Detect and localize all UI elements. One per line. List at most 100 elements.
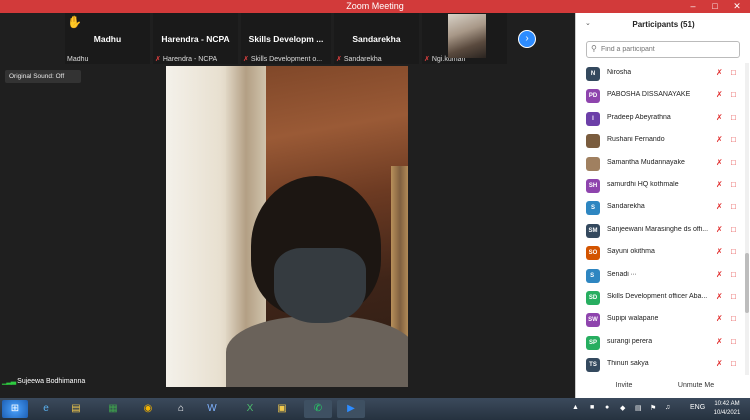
participant-row[interactable]: SM Sanjeewani Marasinghe ds offi... ✗ □ (576, 220, 744, 242)
video-off-icon: □ (731, 202, 736, 212)
participant-name: Senadi ∙∙∙ (607, 270, 637, 278)
next-page-button[interactable]: › (518, 30, 536, 48)
participant-row[interactable]: SW Supipi walapane ✗ □ (576, 309, 744, 331)
signal-bars-icon: ▁▂▃ (2, 378, 16, 385)
flag-icon[interactable]: ⚑ (650, 404, 656, 412)
participant-name: Supipi walapane (607, 315, 659, 323)
file-explorer-icon[interactable]: ▤ (62, 400, 90, 418)
muted-mic-icon: ✗ (716, 269, 723, 279)
tile-label: Skills Development o... (250, 56, 323, 63)
avatar: TS (586, 358, 600, 373)
close-button[interactable]: ✕ (726, 0, 748, 13)
language-indicator[interactable]: ENG (690, 404, 705, 411)
video-off-icon: □ (731, 90, 736, 100)
whatsapp-icon[interactable]: ✆ (304, 400, 332, 418)
avatar: SM (586, 223, 600, 238)
participant-row[interactable]: I Pradeep Abeyrathna ✗ □ (576, 108, 744, 130)
participant-row[interactable]: SD Skills Development officer Aba... ✗ □ (576, 287, 744, 309)
video-off-icon: □ (731, 68, 736, 77)
participants-title: Participants (51) (632, 20, 695, 29)
minimize-button[interactable]: – (682, 0, 704, 13)
windows-taskbar: ⊞ e ▤ ▦ ◉ ⌂ W X ▣ ✆ ▶ ▲ ■ ● ◆ ▤ ⚑ ♫ ENG … (0, 398, 750, 420)
participant-search[interactable]: ⚲ (586, 41, 740, 58)
network-icon[interactable]: ▤ (635, 404, 642, 412)
participant-row[interactable]: Samantha Mudannayake ✗ □ (576, 153, 744, 175)
system-clock[interactable]: 10:42 AM 10/4/2021 (708, 400, 746, 418)
window-title: Zoom Meeting (346, 1, 404, 11)
folder-icon[interactable]: ▣ (268, 400, 296, 418)
search-input[interactable] (601, 43, 737, 56)
tile-name: Skills Developm ... (248, 34, 324, 44)
muted-mic-icon: ✗ (716, 179, 723, 189)
chrome-icon[interactable]: ◉ (134, 400, 162, 418)
participant-name: Skills Development officer Aba... (607, 292, 708, 300)
participant-list-scrollbar[interactable] (745, 63, 749, 375)
panel-header: ⌄ Participants (51) (576, 13, 750, 37)
original-sound-toggle[interactable]: Original Sound: Off (5, 70, 81, 83)
zoom-icon[interactable]: ▶ (337, 400, 365, 418)
tray-overflow-icon[interactable]: ▲ (572, 404, 579, 411)
participant-row[interactable]: SO Sayuni okithma ✗ □ (576, 242, 744, 264)
participant-row[interactable]: SP surangi perera ✗ □ (576, 332, 744, 354)
participant-row[interactable]: Rushani Fernando ✗ □ (576, 130, 744, 152)
gallery-tile[interactable]: Sandarekha ✗ Sandarekha (334, 13, 419, 64)
spreadsheet-icon[interactable]: ▦ (99, 400, 127, 418)
muted-mic-icon: ✗ (716, 135, 723, 145)
video-off-icon: □ (731, 314, 736, 324)
muted-mic-icon: ✗ (716, 202, 723, 212)
unmute-me-button[interactable]: Unmute Me (671, 379, 721, 393)
avatar: SW (586, 313, 600, 328)
tray-app-icon[interactable]: ■ (590, 404, 594, 411)
participant-name: Sanjeewani Marasinghe ds offi... (607, 225, 709, 233)
video-off-icon: □ (731, 112, 736, 122)
avatar: SH (586, 178, 600, 193)
participant-row[interactable]: N Nirosha ✗ □ (576, 63, 744, 85)
participant-name: Samantha Mudannayake (607, 158, 685, 166)
self-video-label: ▁▂▃ Sujeewa Bodhimanna (2, 377, 85, 385)
tile-label: Sandarekha (343, 56, 382, 63)
participant-row[interactable]: S Sandarekha ✗ □ (576, 197, 744, 219)
muted-mic-icon: ✗ (716, 336, 723, 346)
gallery-tile[interactable]: Skills Developm ... ✗ Skills Development … (241, 13, 331, 64)
video-off-icon: □ (731, 224, 736, 234)
muted-mic-icon: ✗ (243, 56, 249, 63)
participants-panel: ⌄ Participants (51) ⚲ N Nirosha ✗ □ PD PABOS… (575, 13, 750, 398)
muted-mic-icon: ✗ (716, 157, 723, 167)
word-icon[interactable]: W (198, 400, 226, 418)
muted-mic-icon: ✗ (424, 56, 430, 63)
self-name: Sujeewa Bodhimanna (17, 378, 86, 385)
start-icon[interactable]: ⊞ (2, 400, 28, 418)
excel-icon[interactable]: X (236, 400, 264, 418)
tray-app-icon[interactable]: ● (605, 404, 609, 411)
gallery-tile[interactable]: Harendra - NCPA ✗ Harendra - NCPA (153, 13, 238, 64)
muted-mic-icon: ✗ (716, 224, 723, 234)
video-off-icon: □ (731, 179, 736, 189)
muted-mic-icon: ✗ (716, 90, 723, 100)
maximize-button[interactable]: □ (704, 0, 726, 13)
volume-icon[interactable]: ♫ (665, 404, 670, 411)
tile-label: Harendra - NCPA (162, 56, 218, 63)
muted-mic-icon: ✗ (716, 247, 723, 257)
video-off-icon: □ (731, 247, 736, 257)
participant-name: Sayuni okithma (607, 248, 655, 256)
participant-name: PABOSHA DISSANAYAKE (607, 91, 691, 99)
home-icon[interactable]: ⌂ (167, 400, 195, 418)
participant-row[interactable]: S Senadi ∙∙∙ ✗ □ (576, 265, 744, 287)
participant-name: Pradeep Abeyrathna (607, 113, 671, 121)
participant-name: samurdhi HQ kothmale (607, 180, 679, 188)
participant-row[interactable]: PD PABOSHA DISSANAYAKE ✗ □ (576, 85, 744, 107)
avatar: S (586, 201, 600, 216)
search-icon: ⚲ (591, 44, 597, 53)
raised-hand-icon: ✋ (67, 15, 82, 29)
internet-explorer-icon[interactable]: e (32, 400, 60, 418)
participant-list: N Nirosha ✗ □ PD PABOSHA DISSANAYAKE ✗ □ I Prad… (576, 63, 744, 375)
video-off-icon: □ (731, 135, 736, 145)
participant-name: Thinuri sakya (607, 360, 649, 368)
muted-mic-icon: ✗ (155, 56, 161, 63)
invite-button[interactable]: Invite (606, 379, 642, 393)
participant-row[interactable]: TS Thinuri sakya ✗ □ (576, 354, 744, 375)
tile-name: Harendra - NCPA (161, 34, 230, 44)
participant-row[interactable]: SH samurdhi HQ kothmale ✗ □ (576, 175, 744, 197)
clock-time: 10:42 AM (714, 401, 740, 407)
tray-app-icon[interactable]: ◆ (620, 404, 625, 412)
